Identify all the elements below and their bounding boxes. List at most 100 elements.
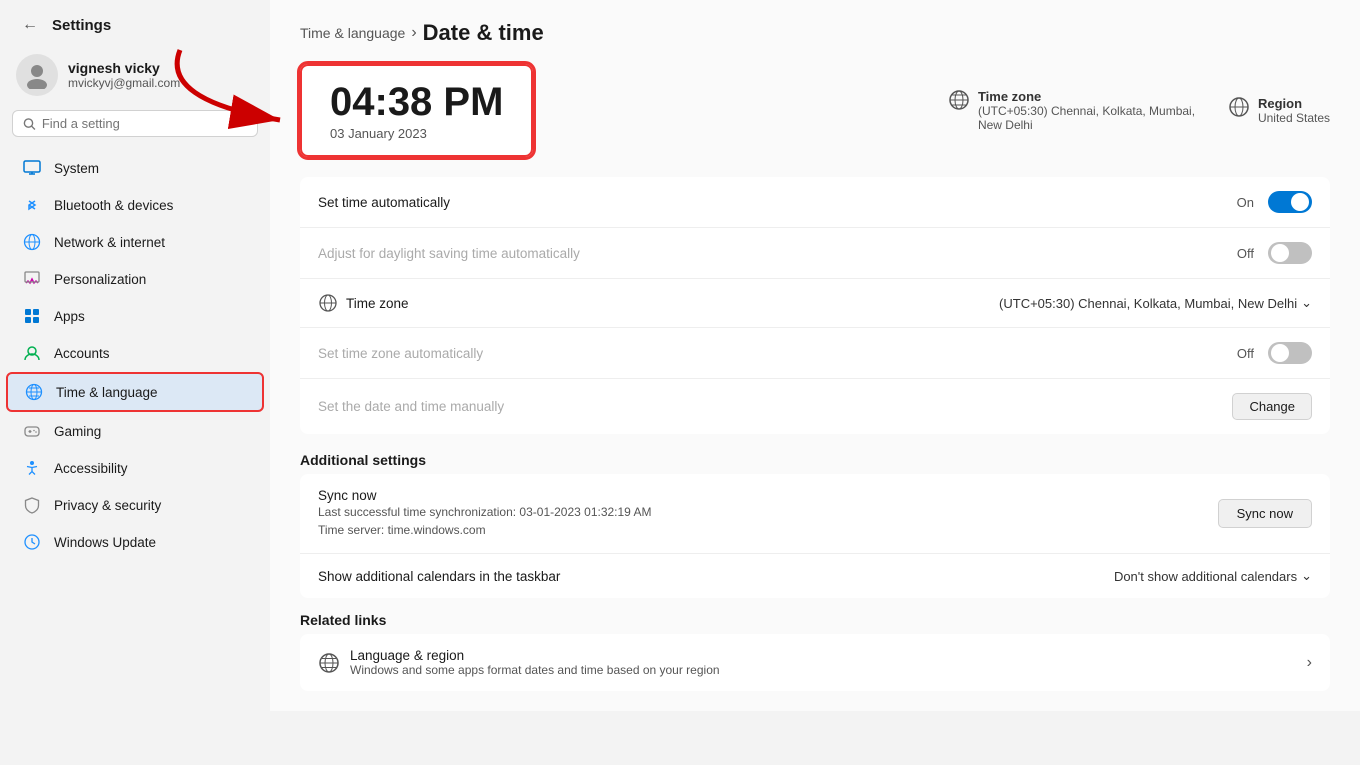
sidebar-item-system[interactable]: System [6, 150, 264, 186]
sidebar-item-label-privacy-security: Privacy & security [54, 498, 161, 513]
system-icon [22, 158, 42, 178]
sidebar-item-personalization[interactable]: Personalization [6, 261, 264, 297]
sidebar-item-label-accessibility: Accessibility [54, 461, 128, 476]
chevron-down-icon: ⌄ [1301, 295, 1312, 311]
sidebar-item-windows-update[interactable]: Windows Update [6, 524, 264, 560]
set-time-auto-right: On [1237, 191, 1312, 213]
timezone-label: Time zone [978, 89, 1198, 104]
sidebar-item-privacy-security[interactable]: Privacy & security [6, 487, 264, 523]
timezone-dropdown[interactable]: (UTC+05:30) Chennai, Kolkata, Mumbai, Ne… [999, 295, 1312, 311]
timezone-setting-value: (UTC+05:30) Chennai, Kolkata, Mumbai, Ne… [999, 296, 1297, 311]
timezone-row[interactable]: Time zone (UTC+05:30) Chennai, Kolkata, … [300, 279, 1330, 328]
nav-list: System Bluetooth & devices Network & int… [0, 147, 270, 765]
sync-last: Last successful time synchronization: 03… [318, 503, 652, 521]
sidebar-item-apps[interactable]: Apps [6, 298, 264, 334]
personalization-icon [22, 269, 42, 289]
sync-row[interactable]: Sync now Last successful time synchroniz… [300, 474, 1330, 554]
calendars-dropdown[interactable]: Don't show additional calendars ⌄ [1114, 568, 1312, 584]
sidebar-item-accessibility[interactable]: Accessibility [6, 450, 264, 486]
time-value: 04:38 PM [330, 80, 503, 124]
bluetooth-icon [22, 195, 42, 215]
daylight-saving-right: Off [1237, 242, 1312, 264]
sidebar-item-time-language[interactable]: Time & language [6, 372, 264, 412]
region-block: Region United States [1228, 96, 1330, 125]
set-time-auto-toggle[interactable] [1268, 191, 1312, 213]
timezone-globe-icon [948, 89, 970, 111]
set-tz-auto-label: Set time zone automatically [318, 346, 483, 361]
main-content: Time & language › Date & time 04:38 PM 0… [270, 0, 1360, 711]
related-links-header: Related links [300, 598, 1330, 634]
additional-settings-header: Additional settings [300, 442, 1330, 474]
network-icon [22, 232, 42, 252]
sidebar-item-network[interactable]: Network & internet [6, 224, 264, 260]
set-tz-auto-right: Off [1237, 342, 1312, 364]
daylight-saving-row: Adjust for daylight saving time automati… [300, 228, 1330, 279]
avatar [16, 54, 58, 96]
time-display-section: 04:38 PM 03 January 2023 Time zone (UTC+… [300, 64, 1330, 157]
related-language-region[interactable]: Language & region Windows and some apps … [300, 634, 1330, 691]
additional-settings-section: Sync now Last successful time synchroniz… [300, 474, 1330, 598]
region-globe-icon [1228, 96, 1250, 118]
sidebar-item-gaming[interactable]: Gaming [6, 413, 264, 449]
time-box: 04:38 PM 03 January 2023 [300, 64, 533, 157]
sidebar-header: ← Settings [0, 0, 270, 44]
apps-icon [22, 306, 42, 326]
breadcrumb-separator: › [411, 24, 416, 42]
sidebar-title: Settings [52, 17, 111, 34]
accounts-icon [22, 343, 42, 363]
date-value: 03 January 2023 [330, 126, 427, 141]
sidebar-item-label-apps: Apps [54, 309, 85, 324]
set-time-auto-row[interactable]: Set time automatically On [300, 177, 1330, 228]
sync-now-button[interactable]: Sync now [1218, 499, 1312, 528]
sidebar-item-label-bluetooth: Bluetooth & devices [54, 198, 173, 213]
region-label: Region [1258, 96, 1330, 111]
user-section[interactable]: vignesh vicky mvickyvj@gmail.com [0, 44, 270, 110]
windows-update-icon [22, 532, 42, 552]
sidebar-item-label-windows-update: Windows Update [54, 535, 156, 550]
set-time-auto-state: On [1237, 195, 1254, 210]
related-item-left: Language & region Windows and some apps … [318, 648, 720, 677]
time-language-icon [24, 382, 44, 402]
gaming-icon [22, 421, 42, 441]
related-item-text: Language & region Windows and some apps … [350, 648, 720, 677]
user-name: vignesh vicky [68, 60, 180, 76]
calendars-label: Show additional calendars in the taskbar [318, 569, 560, 584]
page-title: Date & time [423, 20, 544, 46]
sidebar-item-label-personalization: Personalization [54, 272, 146, 287]
user-info: vignesh vicky mvickyvj@gmail.com [68, 60, 180, 90]
change-button[interactable]: Change [1232, 393, 1312, 420]
sidebar-item-label-accounts: Accounts [54, 346, 110, 361]
timezone-setting-right: (UTC+05:30) Chennai, Kolkata, Mumbai, Ne… [999, 295, 1312, 311]
set-tz-auto-toggle [1268, 342, 1312, 364]
breadcrumb-parent: Time & language [300, 25, 405, 41]
timezone-setting-label: Time zone [346, 296, 409, 311]
daylight-saving-state: Off [1237, 246, 1254, 261]
calendars-value: Don't show additional calendars [1114, 569, 1297, 584]
timezone-value: (UTC+05:30) Chennai, Kolkata, Mumbai, Ne… [978, 104, 1198, 132]
sidebar-item-accounts[interactable]: Accounts [6, 335, 264, 371]
set-tz-auto-row: Set time zone automatically Off [300, 328, 1330, 379]
sidebar-item-label-network: Network & internet [54, 235, 165, 250]
calendars-row[interactable]: Show additional calendars in the taskbar… [300, 554, 1330, 598]
sidebar-item-bluetooth[interactable]: Bluetooth & devices [6, 187, 264, 223]
set-date-manual-row: Set the date and time manually Change [300, 379, 1330, 434]
breadcrumb: Time & language › Date & time [300, 20, 1330, 46]
set-tz-auto-state: Off [1237, 346, 1254, 361]
related-item-title: Language & region [350, 648, 720, 663]
sidebar-item-label-gaming: Gaming [54, 424, 101, 439]
region-value: United States [1258, 111, 1330, 125]
accessibility-icon [22, 458, 42, 478]
user-email: mvickyvj@gmail.com [68, 76, 180, 90]
set-time-auto-label: Set time automatically [318, 195, 450, 210]
sidebar-item-label-time-language: Time & language [56, 385, 158, 400]
search-input[interactable] [42, 116, 247, 131]
sidebar-item-label-system: System [54, 161, 99, 176]
language-region-icon [318, 652, 340, 674]
sidebar: ← Settings vignesh vicky mvickyvj@gmail.… [0, 0, 270, 765]
search-box[interactable] [12, 110, 258, 137]
timezone-block: Time zone (UTC+05:30) Chennai, Kolkata, … [948, 89, 1198, 132]
time-settings-section: Set time automatically On Adjust for day… [300, 177, 1330, 434]
chevron-down-icon-calendars: ⌄ [1301, 568, 1312, 584]
sync-title: Sync now [318, 488, 652, 503]
back-button[interactable]: ← [16, 14, 44, 36]
